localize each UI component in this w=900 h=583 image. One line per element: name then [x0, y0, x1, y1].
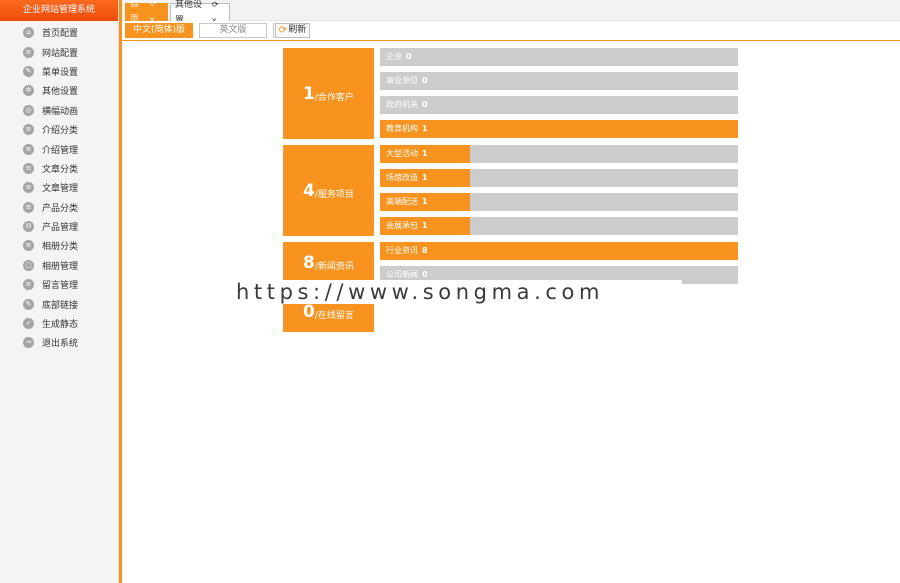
article-category-icon: ≡: [23, 162, 34, 174]
sidebar-item-product-category[interactable]: ≡ 产品分类: [0, 198, 118, 217]
bar-label: 会展承包: [386, 221, 418, 230]
tab-other-settings[interactable]: 其他设置 ⟳ x: [170, 0, 230, 26]
sidebar-item-album-category[interactable]: ≡ 相册分类: [0, 236, 118, 255]
bar-item[interactable]: 行业资讯 8: [380, 242, 738, 260]
tab-home[interactable]: 首页 ⟳ x: [125, 0, 168, 25]
sidebar-item-intro-category[interactable]: ≡ 介绍分类: [0, 120, 118, 139]
sidebar-menu: ⌂ 首页配置 ≡ 网站配置 ✎ 菜单设置 ✲ 其他设置 ◎ 横幅动画 ≡ 介绍分类 ≡ 介绍管…: [0, 21, 118, 353]
bar-fill: [380, 242, 738, 260]
sidebar-item-home-config[interactable]: ⌂ 首页配置: [0, 23, 118, 42]
link-icon: ✎: [23, 298, 34, 310]
menu-icon: ✎: [23, 65, 34, 77]
album-icon: ▢: [23, 259, 34, 271]
bar-label: 场馆改造: [386, 173, 418, 182]
bar-item[interactable]: 事业单位 0: [380, 72, 738, 90]
sidebar-item-generate-static[interactable]: ✓ 生成静态: [0, 314, 118, 333]
bar-value: 1: [422, 124, 428, 133]
sidebar-item-banner[interactable]: ◎ 横幅动画: [0, 101, 118, 120]
album-category-icon: ≡: [23, 240, 34, 252]
stat-news[interactable]: 8/新闻资讯: [283, 242, 374, 284]
bar-value: 1: [422, 197, 428, 206]
refresh-icon: ⟳: [278, 25, 288, 36]
message-icon: ≡: [23, 279, 34, 291]
bar-value: 8: [422, 246, 428, 255]
bar-value: 1: [422, 149, 428, 158]
bar-value: 0: [422, 270, 428, 279]
bar-item[interactable]: 大型活动 1: [380, 145, 738, 163]
bar-value: 0: [422, 100, 428, 109]
bar-item[interactable]: 企业 0: [380, 48, 738, 66]
app-window: 企业网站管理系统 ⌂ 首页配置 ≡ 网站配置 ✎ 菜单设置 ✲ 其他设置 ◎ 横幅动画 ≡…: [0, 0, 900, 583]
product-category-icon: ≡: [23, 201, 34, 213]
bar-label: 事业单位: [386, 76, 418, 85]
bar-item[interactable]: 场馆改造 1: [380, 169, 738, 187]
generate-icon: ✓: [23, 318, 34, 330]
bar-item[interactable]: 教育机构 1: [380, 120, 738, 138]
sidebar-item-article-category[interactable]: ≡ 文章分类: [0, 159, 118, 178]
bar-label: 高端配送: [386, 197, 418, 206]
gear-icon: ✲: [23, 85, 34, 97]
bar-value: 0: [422, 76, 428, 85]
sidebar-item-message-manage[interactable]: ≡ 留言管理: [0, 275, 118, 294]
bar-label: 行业资讯: [386, 246, 418, 255]
bar-value: 0: [406, 52, 412, 61]
category-icon: ≡: [23, 124, 34, 136]
stat-partners[interactable]: 1/合作客户: [283, 48, 374, 139]
sidebar-splitter[interactable]: [119, 0, 122, 583]
bar-label: 公司新闻: [386, 270, 418, 279]
app-title: 企业网站管理系统: [0, 0, 118, 21]
sidebar-item-site-config[interactable]: ≡ 网站配置: [0, 42, 118, 61]
article-icon: ≡: [23, 182, 34, 194]
bar-label: 教育机构: [386, 124, 418, 133]
toolbar: 中文(简体)版 英文版 ⟳ 刷新: [122, 21, 900, 41]
tab-bar: 首页 ⟳ x 其他设置 ⟳ x: [122, 0, 900, 26]
sidebar-item-intro-manage[interactable]: ≡ 介绍管理: [0, 139, 118, 158]
bar-label: 企业: [386, 52, 402, 61]
stat-services[interactable]: 4/服务项目: [283, 145, 374, 236]
bar-item[interactable]: 政府机关 0: [380, 96, 738, 114]
sidebar-item-article-manage[interactable]: ≡ 文章管理: [0, 178, 118, 197]
intro-icon: ≡: [23, 143, 34, 155]
banner-icon: ◎: [23, 104, 34, 116]
refresh-button[interactable]: ⟳ 刷新: [275, 23, 310, 38]
sidebar-item-other-settings[interactable]: ✲ 其他设置: [0, 81, 118, 100]
bar-value: 1: [422, 173, 428, 182]
sidebar-item-menu-settings[interactable]: ✎ 菜单设置: [0, 62, 118, 81]
lang-cn-button[interactable]: 中文(简体)版: [125, 23, 193, 38]
logout-icon: →: [23, 337, 34, 349]
toolbar-divider: [273, 23, 274, 38]
site-icon: ≡: [23, 46, 34, 58]
sidebar-item-footer-links[interactable]: ✎ 底部链接: [0, 294, 118, 313]
sidebar-item-product-manage[interactable]: ✉ 产品管理: [0, 217, 118, 236]
sidebar: 企业网站管理系统 ⌂ 首页配置 ≡ 网站配置 ✎ 菜单设置 ✲ 其他设置 ◎ 横幅动画 ≡…: [0, 0, 119, 583]
bar-fill: [380, 120, 738, 138]
bar-item[interactable]: 会展承包 1: [380, 217, 738, 235]
watermark-text: https://www.songma.com: [236, 280, 682, 304]
bar-label: 大型活动: [386, 149, 418, 158]
home-icon: ⌂: [23, 27, 34, 39]
lang-en-button[interactable]: 英文版: [199, 23, 267, 38]
sidebar-item-album-manage[interactable]: ▢ 相册管理: [0, 256, 118, 275]
bar-label: 政府机关: [386, 100, 418, 109]
product-icon: ✉: [23, 221, 34, 233]
bar-value: 1: [422, 221, 428, 230]
bar-item[interactable]: 高端配送 1: [380, 193, 738, 211]
sidebar-item-logout[interactable]: → 退出系统: [0, 333, 118, 352]
